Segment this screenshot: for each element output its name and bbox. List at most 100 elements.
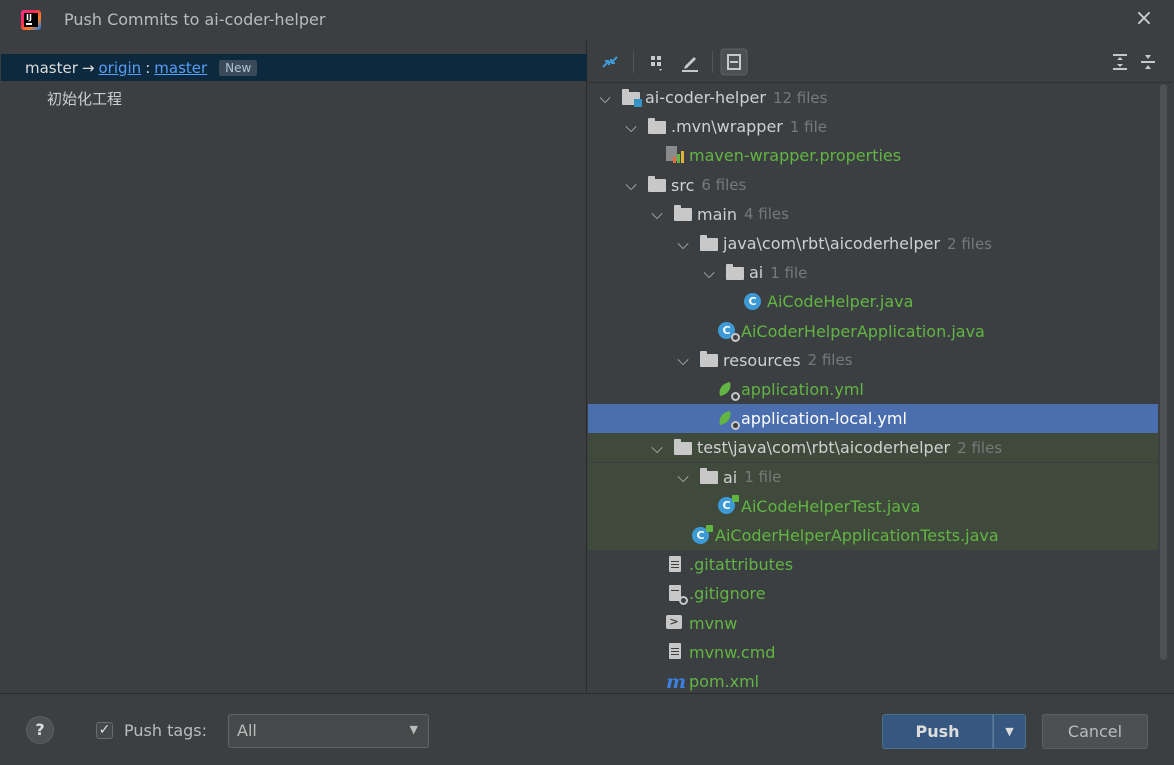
tree-row[interactable]: .gitignore <box>588 579 1158 608</box>
edit-icon[interactable] <box>680 52 700 72</box>
tree-item-label: main <box>697 204 737 224</box>
tree-row[interactable]: application-local.yml <box>588 404 1158 434</box>
tree-item-label: ai <box>749 263 764 283</box>
file-count: 12 files <box>772 88 828 107</box>
chevron-down-icon[interactable]: ⌵ <box>622 171 640 200</box>
tree-row[interactable]: > mvnw <box>588 609 1158 638</box>
cancel-button[interactable]: Cancel <box>1042 714 1148 749</box>
tree-item-label: .gitattributes <box>689 555 794 575</box>
tree-item-label: .mvn\wrapper <box>671 117 783 137</box>
push-tags-select[interactable]: All ▼ <box>228 714 429 748</box>
commit-item[interactable]: 初始化工程 <box>47 88 122 109</box>
chevron-down-icon[interactable]: ⌵ <box>648 433 666 462</box>
group-by-icon[interactable] <box>648 52 668 72</box>
tree-row[interactable]: C AiCoderHelperApplicationTests.java <box>588 521 1158 550</box>
tree-row[interactable]: ⌵ ai-coder-helper 12 files <box>588 83 1158 112</box>
tree-item-label: AiCoderHelperApplicationTests.java <box>715 526 999 545</box>
tree-row[interactable]: mvnw.cmd <box>588 638 1158 667</box>
test-class-icon: C <box>692 524 713 546</box>
push-tags-label: Push tags: <box>124 721 208 740</box>
tree-item-label: ai-coder-helper <box>645 88 766 107</box>
help-button[interactable]: ? <box>26 716 54 744</box>
tree-scrollbar[interactable] <box>1160 84 1167 660</box>
remote-branch-link[interactable]: master <box>154 59 207 77</box>
collapse-all-icon[interactable] <box>1138 52 1158 72</box>
push-tags-select-value: All <box>237 721 257 740</box>
dialog-footer: ? ✓ Push tags: All ▼ Push ▼ Cancel <box>0 693 1174 765</box>
tree-row[interactable]: ⌵ test\java\com\rbt\aicoderhelper 2 files <box>588 433 1158 463</box>
remote-link[interactable]: origin <box>98 59 141 77</box>
push-tags-checkbox[interactable]: ✓ <box>96 722 113 739</box>
folder-icon <box>674 204 694 224</box>
branch-row[interactable]: master → origin : master New <box>1 54 587 81</box>
file-count: 1 file <box>770 263 808 282</box>
file-count: 2 files <box>807 351 853 370</box>
tree-row[interactable]: maven-wrapper.properties <box>588 141 1158 170</box>
tree-item-label: test\java\com\rbt\aicoderhelper <box>697 438 951 458</box>
tree-item-label: AiCoderHelperApplication.java <box>741 321 985 341</box>
chevron-down-icon[interactable]: ⌵ <box>648 200 666 229</box>
folder-icon <box>700 467 720 487</box>
tree-item-label: ai <box>723 467 738 487</box>
folder-icon <box>648 175 668 195</box>
tree-row[interactable]: m pom.xml <box>588 667 1158 692</box>
push-options-dropdown[interactable]: ▼ <box>993 714 1026 749</box>
tree-row[interactable]: ⌵ ai 1 file <box>588 462 1158 492</box>
tree-row[interactable]: application.yml <box>588 375 1158 404</box>
folder-icon <box>674 438 694 458</box>
files-toolbar <box>588 40 1173 83</box>
tree-item-label: application.yml <box>741 380 864 399</box>
local-branch: master <box>25 58 78 77</box>
chevron-down-icon[interactable]: ⌵ <box>700 258 718 287</box>
tree-row[interactable]: ⌵ resources 2 files <box>588 346 1158 375</box>
folder-icon <box>700 234 720 254</box>
chevron-down-icon[interactable]: ⌵ <box>622 112 640 141</box>
tree-item-label: resources <box>723 350 801 370</box>
tree-row[interactable]: ⌵ ai 1 file <box>588 258 1158 287</box>
tree-row[interactable]: ⌵ main 4 files <box>588 200 1158 229</box>
folder-icon <box>700 350 720 370</box>
chevron-down-icon[interactable]: ⌵ <box>674 463 692 492</box>
file-count: 2 files <box>947 234 992 253</box>
show-diff-icon[interactable] <box>600 52 620 72</box>
tree-item-label: mvnw <box>689 613 738 633</box>
chevron-down-icon[interactable]: ⌵ <box>674 229 692 258</box>
file-count: 1 file <box>744 468 782 487</box>
tree-row[interactable]: ⌵ src 6 files <box>588 171 1158 200</box>
close-button[interactable]: × <box>1134 8 1154 30</box>
tree-row[interactable]: .gitattributes <box>588 550 1158 579</box>
expand-all-icon[interactable] <box>1110 52 1130 72</box>
tree-item-label: AiCodeHelper.java <box>767 292 914 312</box>
tree-row[interactable]: C AiCoderHelperApplication.java <box>588 317 1158 346</box>
tree-row[interactable]: ⌵ java\com\rbt\aicoderhelper 2 files <box>588 229 1158 258</box>
spring-config-icon <box>716 409 740 430</box>
push-button[interactable]: Push <box>882 714 993 749</box>
text-file-icon <box>666 555 686 575</box>
chevron-down-icon[interactable]: ⌵ <box>596 83 614 112</box>
properties-file-icon <box>666 145 686 166</box>
file-count: 1 file <box>789 117 828 136</box>
folder-icon <box>726 263 746 283</box>
java-class-icon: C <box>744 292 764 312</box>
intellij-logo-icon: IJ <box>21 10 41 30</box>
tree-row[interactable]: C AiCodeHelperTest.java <box>588 491 1158 521</box>
tree-row[interactable]: ⌵ .mvn\wrapper 1 file <box>588 112 1158 141</box>
new-badge: New <box>219 59 258 76</box>
preview-icon[interactable] <box>720 48 748 76</box>
chevron-down-icon[interactable]: ⌵ <box>674 346 692 375</box>
tree-item-label: application-local.yml <box>741 409 907 429</box>
tree-row[interactable]: C AiCodeHelper.java <box>588 287 1158 316</box>
tree-item-label: .gitignore <box>689 584 766 604</box>
tree-item-label: maven-wrapper.properties <box>689 146 902 166</box>
title-bar: IJ Push Commits to ai-coder-helper × <box>0 0 1174 40</box>
